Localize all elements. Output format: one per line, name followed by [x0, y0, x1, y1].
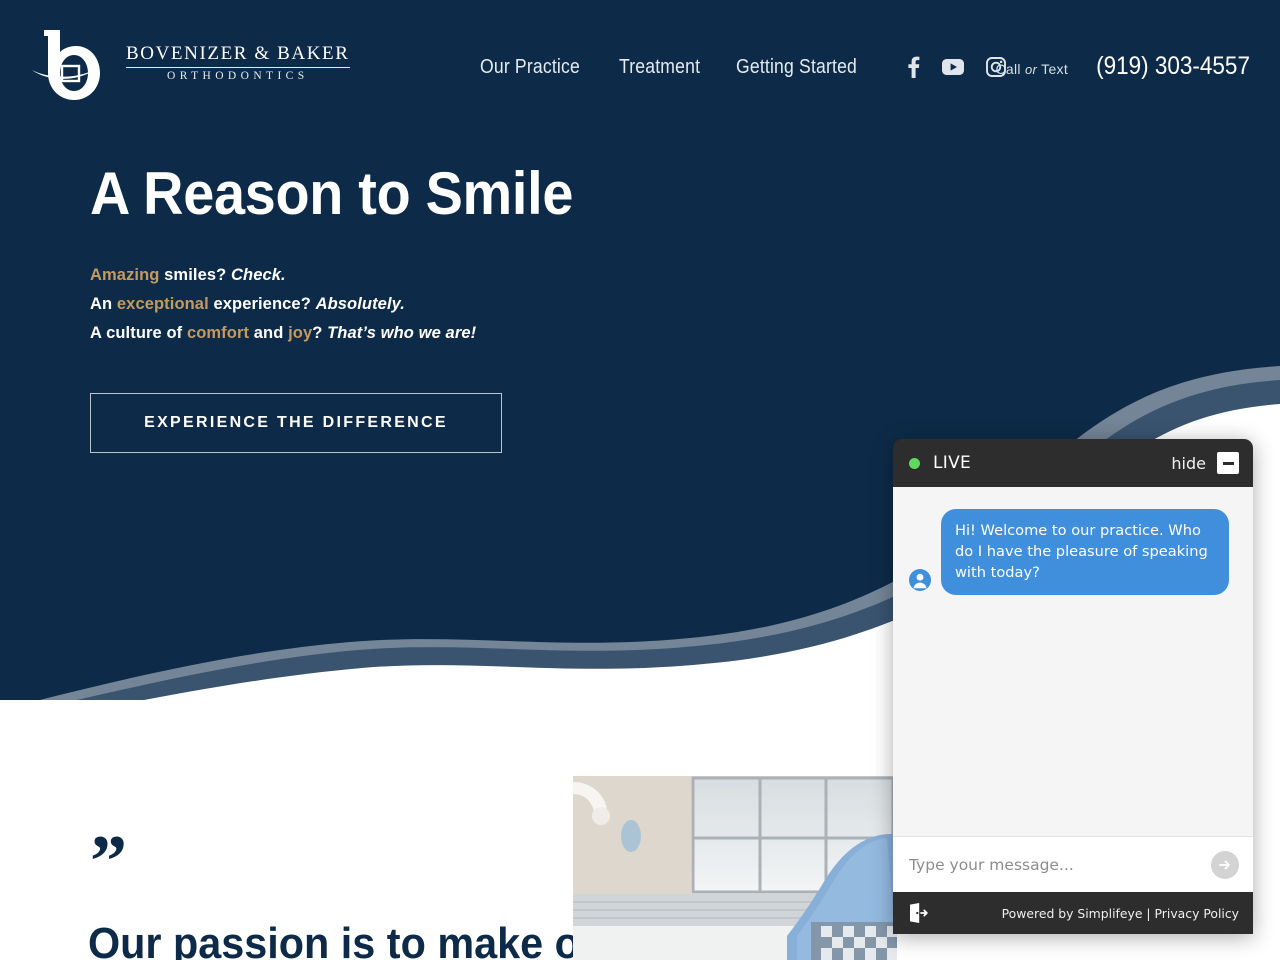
hero-content: A Reason to Smile Amazing smiles? Check.… [90, 162, 609, 348]
youtube-link[interactable] [942, 59, 964, 75]
hero-tagline-3: A culture of comfort and joy? That’s who… [90, 319, 609, 348]
bovenizer-b-monogram-logo [32, 30, 104, 100]
logo-divider [126, 66, 350, 68]
powered-by-simplifeye-link[interactable]: Powered by Simplifeye [1002, 906, 1143, 921]
youtube-icon [942, 59, 964, 75]
logo-block[interactable]: BOVENIZER & BAKER ORTHODONTICS [30, 22, 350, 104]
send-arrow-icon [1219, 860, 1230, 869]
chat-header: LIVE hide [893, 439, 1253, 487]
logo-name: BOVENIZER & BAKER [126, 42, 350, 64]
page-root: BOVENIZER & BAKER ORTHODONTICS Our Pract… [0, 0, 1280, 960]
chat-footer: Powered by Simplifeye | Privacy Policy [893, 892, 1253, 934]
facebook-icon [908, 56, 920, 78]
hero-line1-mid: smiles? [159, 266, 231, 284]
nav-getting-started[interactable]: Getting Started [736, 56, 857, 79]
person-avatar-icon [909, 569, 931, 591]
quote-mark-icon: ” [90, 821, 127, 903]
contact-block: Call or Text (919) 303-4557 [996, 52, 1251, 81]
site-header: BOVENIZER & BAKER ORTHODONTICS Our Pract… [0, 0, 1280, 136]
chat-bubble-agent: Hi! Welcome to our practice. Who do I ha… [941, 509, 1229, 595]
hero-line2-lead: An [90, 295, 117, 313]
chat-send-button[interactable] [1211, 850, 1239, 879]
chat-message: Hi! Welcome to our practice. Who do I ha… [909, 509, 1237, 595]
minimize-icon [1222, 461, 1234, 465]
chat-footer-links: Powered by Simplifeye | Privacy Policy [1002, 906, 1239, 921]
orthodontic-office-photo [573, 776, 897, 960]
chat-header-actions: hide [1171, 452, 1239, 474]
exit-door-icon[interactable] [907, 902, 929, 924]
hero-line3-lead: A culture of [90, 324, 187, 342]
chat-message-list[interactable]: Hi! Welcome to our practice. Who do I ha… [893, 487, 1253, 836]
hero-accent-amazing: Amazing [90, 266, 160, 284]
social-links [908, 56, 1006, 78]
logo-subtitle: ORTHODONTICS [166, 69, 309, 82]
call-or-text-label: Call or Text [995, 61, 1069, 77]
live-status-dot-icon [909, 457, 920, 469]
phone-number-link[interactable]: (919) 303-4557 [1096, 52, 1250, 81]
live-chat-widget: LIVE hide Hi! Welcome to our practice. W… [893, 439, 1253, 934]
hero-line2-mid: experience? [208, 295, 316, 313]
main-navigation: Our Practice Treatment Getting Started [480, 56, 873, 79]
chat-status-label: LIVE [933, 453, 972, 473]
chat-minimize-button[interactable] [1217, 452, 1239, 474]
hero-tagline-group: Amazing smiles? Check. An exceptional ex… [90, 261, 609, 348]
nav-our-practice[interactable]: Our Practice [480, 56, 580, 79]
hero-line3-mid2: ? [312, 324, 328, 342]
hero-line2-italic: Absolutely. [315, 295, 405, 313]
chat-hide-button[interactable]: hide [1171, 454, 1206, 473]
chat-message-input[interactable] [909, 855, 1211, 874]
chat-input-row [893, 836, 1253, 892]
hero-line3-mid1: and [249, 324, 289, 342]
hero-accent-exceptional: exceptional [116, 295, 209, 313]
hero-line1-italic: Check. [231, 266, 286, 284]
hero-line3-italic: That’s who we are! [327, 324, 477, 342]
hero-tagline-1: Amazing smiles? Check. [90, 261, 609, 290]
facebook-link[interactable] [908, 56, 920, 78]
experience-the-difference-button[interactable]: EXPERIENCE THE DIFFERENCE [90, 393, 502, 453]
page-title: A Reason to Smile [90, 160, 574, 227]
hero-accent-joy: joy [288, 324, 313, 342]
hero-tagline-2: An exceptional experience? Absolutely. [90, 290, 609, 319]
footer-separator: | [1146, 905, 1151, 921]
logo-wordmark: BOVENIZER & BAKER ORTHODONTICS [126, 44, 350, 83]
hero-accent-comfort: comfort [186, 324, 250, 342]
privacy-policy-link[interactable]: Privacy Policy [1155, 906, 1239, 921]
nav-treatment[interactable]: Treatment [619, 56, 700, 79]
